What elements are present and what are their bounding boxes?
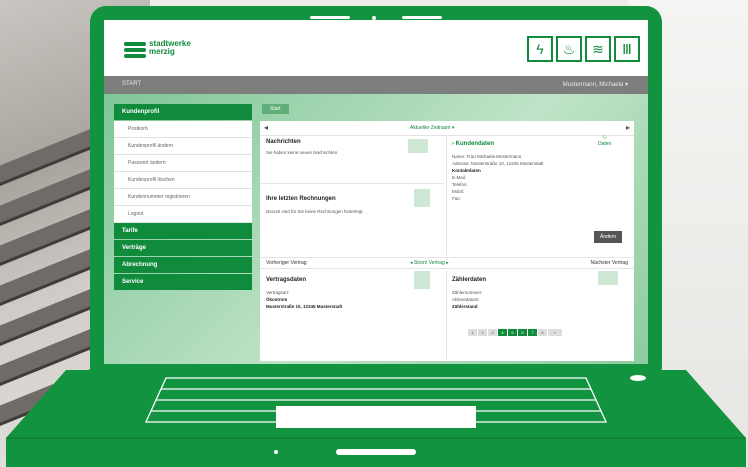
contract-icon <box>414 271 430 289</box>
utility-icons: ϟ ♨ ≋ Ⅲ <box>527 36 640 62</box>
contract-card: Vertragsdaten Vertragsart: Ökostrom Muster… <box>266 277 436 310</box>
sidebar-item[interactable]: Passwort ändern <box>114 155 252 172</box>
touchpad[interactable] <box>276 406 476 428</box>
bills-title: Ihre letzten Rechnungen <box>266 196 336 202</box>
period-label[interactable]: Aktueller Zeitraum ▾ <box>410 125 454 131</box>
contract-title: Vertragsdaten <box>266 277 307 283</box>
invoice-icon <box>414 189 430 207</box>
sidebar-item[interactable]: Kundennummer registrieren <box>114 189 252 206</box>
meter-status: Zählerstand <box>452 304 478 309</box>
mail-icon <box>408 139 428 153</box>
info-line: Kontaktdaten <box>452 168 481 173</box>
nav-start-link[interactable]: START <box>122 81 141 87</box>
meter-row-label: Ablesedatum: <box>452 297 480 302</box>
pager-item[interactable]: 7 <box>528 329 537 336</box>
meter-icon <box>598 271 618 285</box>
info-line: Fax: <box>452 196 461 201</box>
period-selector[interactable]: ◂ Aktueller Zeitraum ▾ ▸ <box>260 121 634 136</box>
logo-icon[interactable] <box>124 42 146 58</box>
pager-item[interactable]: 5 <box>508 329 517 336</box>
change-button[interactable]: Ändern <box>594 231 623 243</box>
page-content: Kundenprofil Postkorb Kundenprofil ändern P… <box>104 94 648 364</box>
info-line: Telefon: <box>452 182 468 187</box>
meter-title: Zählerdaten <box>452 277 487 283</box>
info-line: E-Mail: <box>452 175 467 180</box>
laptop-screen: stadtwerke merzig ϟ ♨ ≋ Ⅲ START Mustermann, … <box>104 20 648 364</box>
bills-card: Ihre letzten Rechnungen Derzeit sind für… <box>266 196 436 215</box>
power-icon[interactable]: ϟ <box>527 36 553 62</box>
radiator-icon[interactable]: Ⅲ <box>614 36 640 62</box>
info-line: Name: Frau Michaela Mustermann <box>452 154 522 159</box>
sidebar-section-2[interactable]: Verträge <box>114 240 252 256</box>
info-line: Ökostrom <box>266 297 288 302</box>
pager-item[interactable]: 3 <box>488 329 497 336</box>
sidebar-item[interactable]: Logout <box>114 206 252 223</box>
main-panel: ◂ Aktueller Zeitraum ▾ ▸ Nachrichten Sie… <box>260 121 634 361</box>
sidebar: Kundenprofil Postkorb Kundenprofil ändern P… <box>114 104 252 291</box>
sidebar-section-1[interactable]: Tarife <box>114 223 252 239</box>
heat-waves-icon[interactable]: ≋ <box>585 36 611 62</box>
prev-arrow-icon[interactable]: ◂ <box>264 123 268 132</box>
breadcrumb[interactable]: Start <box>262 104 289 114</box>
laptop-base <box>6 370 746 467</box>
sidebar-item[interactable]: Kundenprofil löschen <box>114 172 252 189</box>
top-navigation: START Mustermann, Michaela ▾ <box>104 76 648 94</box>
user-menu[interactable]: Mustermann, Michaela ▾ <box>563 81 628 88</box>
contract-switcher: Vorheriger Vertrag ◂ Strom Vertrag ▸ Näc… <box>260 257 634 269</box>
sidebar-section-4[interactable]: Service <box>114 274 252 290</box>
pager-item[interactable]: 6 <box>518 329 527 336</box>
next-contract-link[interactable]: Nächster Vertrag <box>590 260 628 266</box>
current-contract-label[interactable]: ◂ Strom Vertrag ▸ <box>410 260 449 266</box>
site-header: stadtwerke merzig ϟ ♨ ≋ Ⅲ <box>104 20 648 76</box>
pager-item[interactable]: 1 <box>468 329 477 336</box>
info-line: Musterstraße 10, 12345 Musterstadt <box>266 304 343 309</box>
sidebar-item[interactable]: Postkorb <box>114 121 252 138</box>
pager-item[interactable]: 2 <box>478 329 487 336</box>
info-line: Adresse: Musterstraße 10, 12345 Musterst… <box>452 161 544 166</box>
meter-row-label: Zählernummer: <box>452 290 483 295</box>
previous-contract-link[interactable]: Vorheriger Vertrag <box>266 260 307 266</box>
next-arrow-icon[interactable]: ▸ <box>626 123 630 132</box>
pager-item[interactable]: 4 <box>498 329 507 336</box>
brand-name[interactable]: stadtwerke merzig <box>149 40 219 56</box>
customer-data-icon: ⚇ Daten <box>598 135 612 147</box>
info-line: Vertragsart: <box>266 290 290 295</box>
pager-item[interactable]: » <box>548 329 562 336</box>
meter-pager: 1 2 3 4 5 6 7 8» <box>468 329 562 336</box>
gas-flame-icon[interactable]: ♨ <box>556 36 582 62</box>
bills-text: Derzeit sind für Sie keine Rechnungen hi… <box>266 209 364 214</box>
meter-row: Zählernummer: <box>452 289 622 296</box>
meter-row: Ablesedatum: <box>452 296 622 303</box>
customer-title[interactable]: › Kundendaten <box>452 141 622 147</box>
sidebar-section-0[interactable]: Kundenprofil <box>114 104 252 120</box>
sidebar-item[interactable]: Kundenprofil ändern <box>114 138 252 155</box>
customer-card: › Kundendaten Name: Frau Michaela Muster… <box>452 141 622 202</box>
info-line: Mobil: <box>452 189 465 194</box>
pager-item[interactable]: 8 <box>538 329 547 336</box>
meter-card: Zählerdaten Zählernummer: Ablesedatum: Zä… <box>452 277 622 310</box>
sidebar-section-3[interactable]: Abrechnung <box>114 257 252 273</box>
